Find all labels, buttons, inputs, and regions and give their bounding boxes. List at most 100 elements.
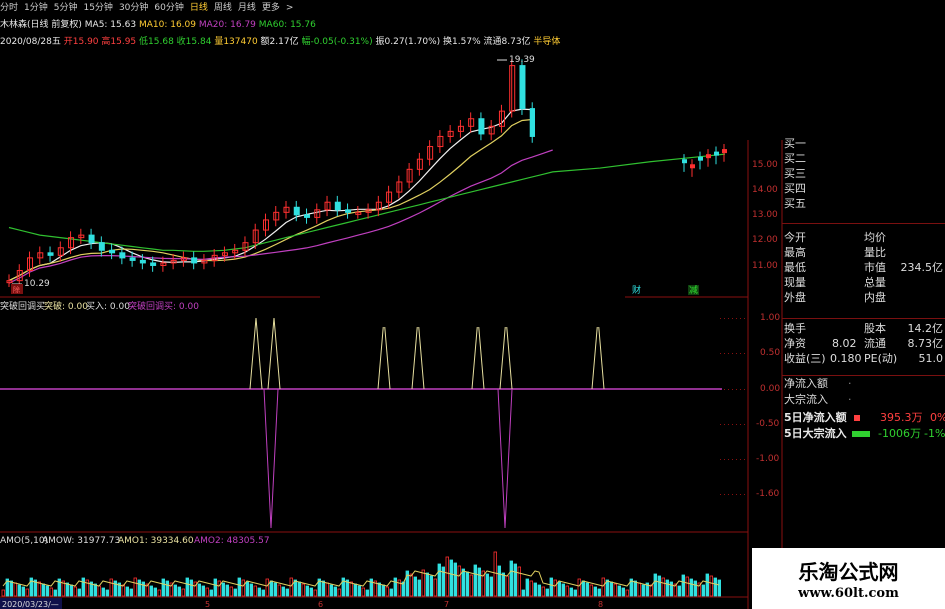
indicator-grid bbox=[720, 318, 745, 495]
volume-bar bbox=[541, 586, 545, 597]
volume-bar bbox=[141, 581, 145, 597]
net-assets-value: 8.02 bbox=[832, 337, 857, 350]
market-cap-value: 234.5亿 bbox=[900, 261, 944, 274]
amount-value: 额2.17亿 bbox=[260, 37, 299, 47]
indicator-tick: -1.00 bbox=[756, 454, 780, 464]
indicator-series-break: 突破: 0.00 bbox=[44, 300, 88, 312]
volume-bar bbox=[573, 589, 577, 597]
volume-bar bbox=[249, 583, 253, 597]
volume-bar bbox=[569, 587, 573, 597]
volume-bar bbox=[1, 589, 5, 597]
flow-label: 5日大宗流入 bbox=[784, 427, 847, 440]
volume-bar bbox=[165, 580, 169, 597]
volume-bar bbox=[557, 581, 561, 597]
amo-label: AMO(5,10) bbox=[0, 536, 48, 546]
high-price-label: 19.39 bbox=[509, 55, 535, 65]
volume-bar bbox=[585, 582, 589, 597]
float-value: 流通8.73亿 bbox=[483, 37, 531, 47]
close-value: 收15.84 bbox=[176, 37, 212, 47]
blank-region-2 bbox=[320, 281, 625, 327]
volume-bar bbox=[257, 587, 261, 597]
start-date-label: 2020/03/23/— bbox=[2, 600, 59, 609]
volume-bar bbox=[641, 584, 645, 597]
stat-label: 最低 bbox=[784, 261, 806, 274]
flow-5d-block-value: -1006万 bbox=[878, 427, 921, 440]
indicator-series-pullback: 突破回调买: 0.00 bbox=[128, 300, 199, 312]
volume-bar bbox=[129, 588, 133, 597]
volume-bar bbox=[529, 580, 533, 597]
candle-body bbox=[47, 252, 54, 256]
period-tab-5min[interactable]: 5分钟 bbox=[54, 3, 78, 13]
bid-2-label: 买二 bbox=[784, 152, 806, 165]
flow-label: 净流入额 bbox=[784, 377, 828, 390]
volume-bar bbox=[189, 579, 193, 597]
candle-body bbox=[714, 151, 719, 156]
volume-bar bbox=[473, 564, 477, 597]
volume-bar bbox=[429, 575, 433, 597]
breakout-spike bbox=[471, 317, 485, 390]
volume-bar bbox=[681, 574, 685, 597]
volume-bar bbox=[597, 588, 601, 597]
volume-bar bbox=[201, 585, 205, 597]
stat-label: 量比 bbox=[864, 246, 886, 259]
change-value: 幅-0.05(-0.31%) bbox=[301, 37, 373, 47]
period-tab-15min[interactable]: 15分钟 bbox=[83, 3, 112, 13]
volume-bar bbox=[665, 579, 669, 597]
volume-bar bbox=[277, 584, 281, 597]
period-tab-1min[interactable]: 1分钟 bbox=[24, 3, 48, 13]
volume-bar bbox=[105, 589, 109, 597]
period-tab-more[interactable]: 更多 bbox=[262, 3, 280, 13]
volume-bar bbox=[233, 588, 237, 597]
candle-body bbox=[304, 214, 311, 218]
quote-divider bbox=[782, 318, 945, 319]
open-value: 开15.90 bbox=[63, 37, 99, 47]
volume-bar bbox=[221, 582, 225, 597]
volume-bar bbox=[17, 584, 21, 597]
volume-bar bbox=[433, 578, 437, 597]
volume-bar bbox=[217, 580, 221, 597]
ma20-value: MA20: 16.79 bbox=[198, 20, 256, 30]
volume-bar bbox=[493, 551, 497, 597]
candle-body bbox=[150, 262, 157, 266]
period-tab-intraday[interactable]: 分时 bbox=[0, 3, 18, 13]
volume-bars bbox=[1, 551, 721, 597]
quote-divider bbox=[782, 223, 945, 224]
volume-bar bbox=[469, 574, 473, 597]
period-tab-monthly[interactable]: 月线 bbox=[238, 3, 256, 13]
period-tab-30min[interactable]: 30分钟 bbox=[119, 3, 148, 13]
volume-bar bbox=[205, 587, 209, 597]
volume-bar bbox=[601, 577, 605, 597]
price-tick: 14.00 bbox=[752, 185, 778, 195]
volume-bar bbox=[393, 577, 397, 597]
volume-bar bbox=[661, 577, 665, 597]
period-tab-60min[interactable]: 60分钟 bbox=[154, 3, 183, 13]
ma5-value: MA5: 15.63 bbox=[84, 20, 137, 30]
candle-body bbox=[722, 149, 727, 154]
quote-divider bbox=[782, 375, 945, 376]
volume-bar bbox=[685, 576, 689, 597]
price-axis: 15.00 14.00 13.00 12.00 11.00 bbox=[752, 160, 778, 271]
volume-bar bbox=[461, 568, 465, 597]
blank-region bbox=[535, 0, 945, 140]
period-tab-weekly[interactable]: 周线 bbox=[214, 3, 232, 13]
indicator-axis: 1.00 0.50 0.00 -0.50 -1.00 -1.60 bbox=[756, 313, 780, 499]
time-axis: 5 6 7 8 bbox=[205, 600, 603, 609]
pullback-spike bbox=[497, 388, 513, 529]
period-tab-daily[interactable]: 日线 bbox=[190, 3, 208, 13]
volume-bar bbox=[353, 583, 357, 597]
volume-bar bbox=[513, 563, 517, 597]
bid-4-label: 买四 bbox=[784, 182, 806, 195]
volume-bar bbox=[417, 579, 421, 597]
volume-bar bbox=[149, 585, 153, 597]
volume-bar bbox=[285, 588, 289, 597]
volume-bar bbox=[425, 572, 429, 597]
volume-bar bbox=[413, 576, 417, 597]
volume-bar bbox=[705, 573, 709, 597]
high-value: 高15.95 bbox=[101, 37, 137, 47]
volume-bar bbox=[49, 587, 53, 597]
chevron-right-icon[interactable]: > bbox=[286, 3, 294, 13]
breakout-spike bbox=[377, 317, 391, 390]
watermark-title: 乐淘公式网 bbox=[798, 560, 899, 584]
volume-bar bbox=[653, 573, 657, 597]
stat-label: 外盘 bbox=[784, 291, 806, 304]
